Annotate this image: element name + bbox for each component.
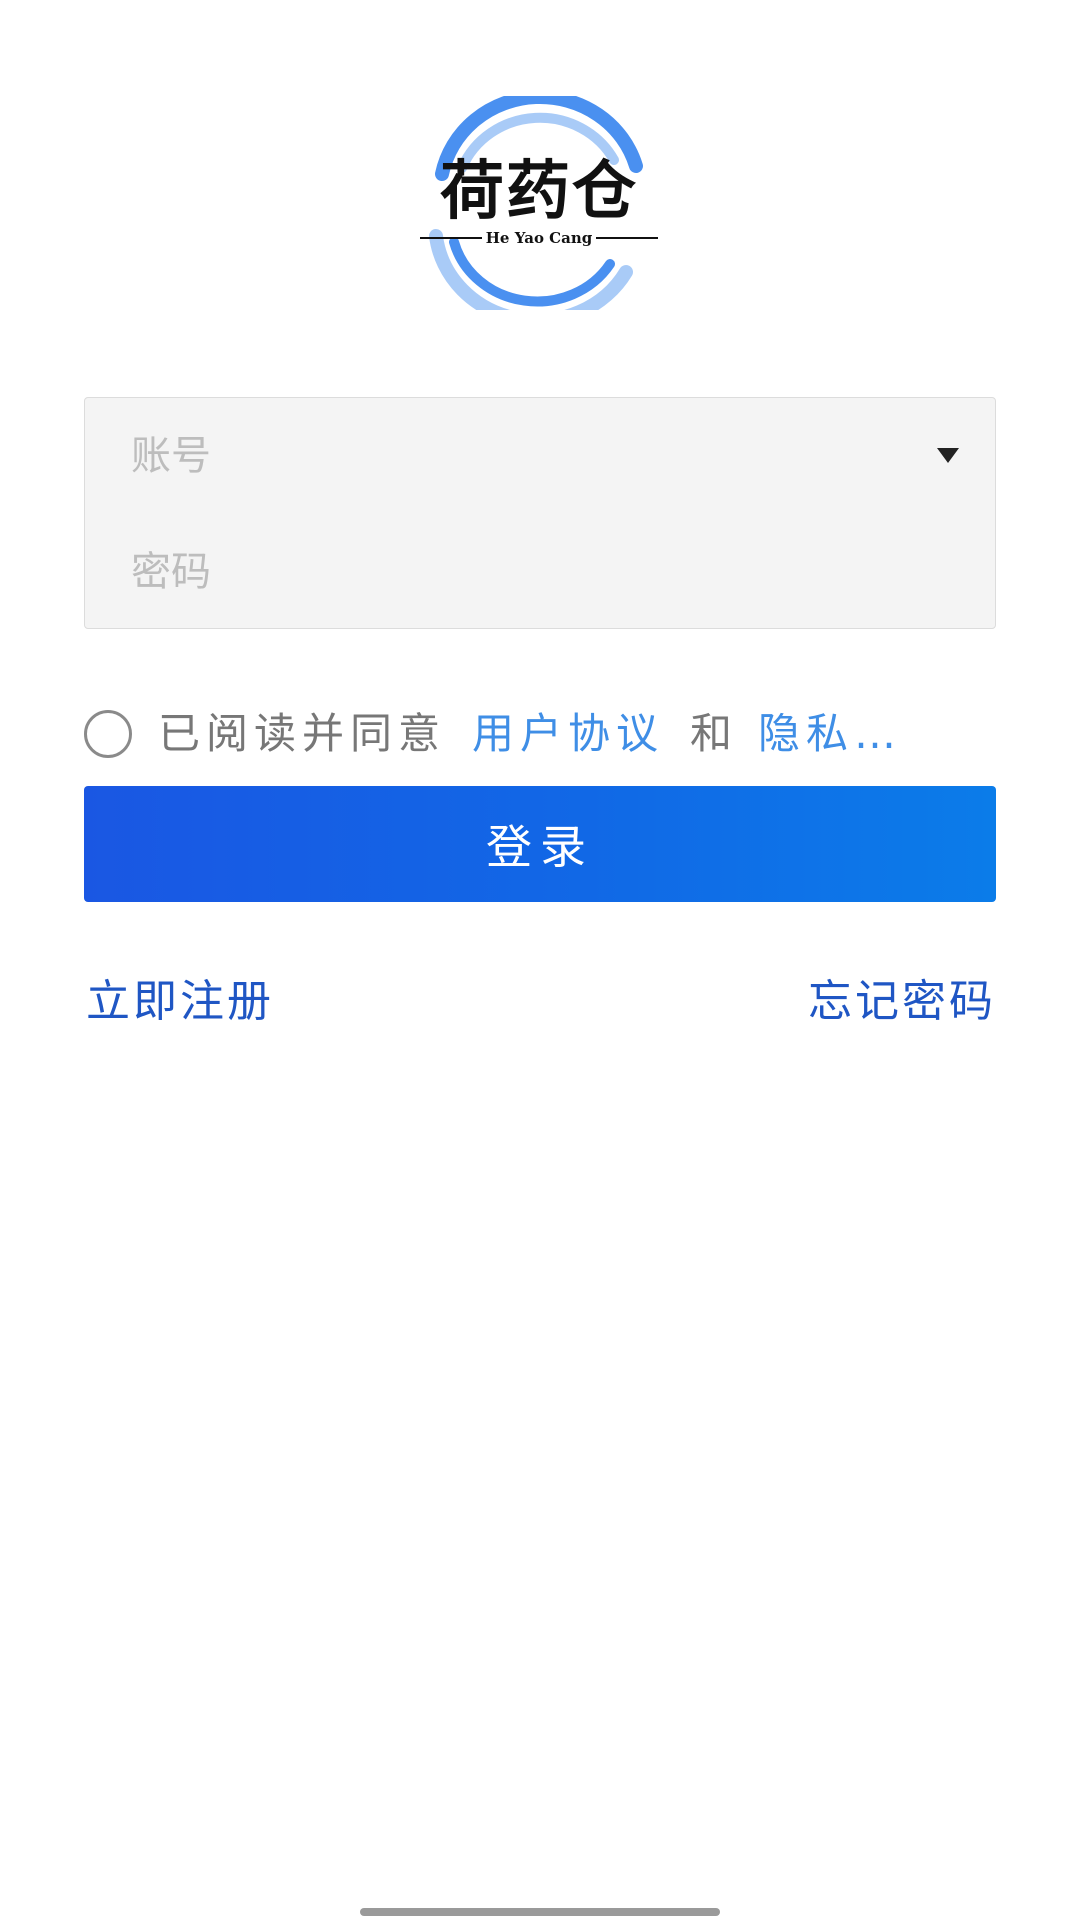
account-field-container — [85, 398, 995, 514]
account-input[interactable] — [131, 398, 911, 514]
agreement-row: 已阅读并同意 用户协议 和 隐私… — [84, 706, 996, 762]
home-indicator[interactable] — [360, 1908, 720, 1916]
forgot-password-link[interactable]: 忘记密码 — [808, 972, 996, 1032]
password-field-container — [85, 514, 995, 630]
login-button[interactable]: 登录 — [84, 786, 996, 902]
app-logo: 荷药仓 He Yao Cang — [414, 96, 664, 310]
password-input[interactable] — [131, 514, 911, 630]
login-form — [84, 397, 996, 630]
agreement-checkbox[interactable] — [84, 710, 132, 758]
register-link[interactable]: 立即注册 — [86, 972, 274, 1032]
agreement-and: 和 — [690, 709, 733, 758]
login-page: 荷药仓 He Yao Cang 已阅读并同意 用户协议 和 隐私… 登录 立即注… — [0, 0, 1080, 1920]
agreement-prefix: 已阅读并同意 — [158, 709, 447, 758]
privacy-policy-link[interactable]: 隐私… — [758, 706, 902, 762]
chevron-down-icon[interactable] — [937, 448, 959, 463]
logo-title: 荷药仓 — [440, 155, 638, 229]
user-agreement-link[interactable]: 用户协议 — [472, 706, 664, 762]
logo-subtitle: He Yao Cang — [485, 229, 593, 247]
